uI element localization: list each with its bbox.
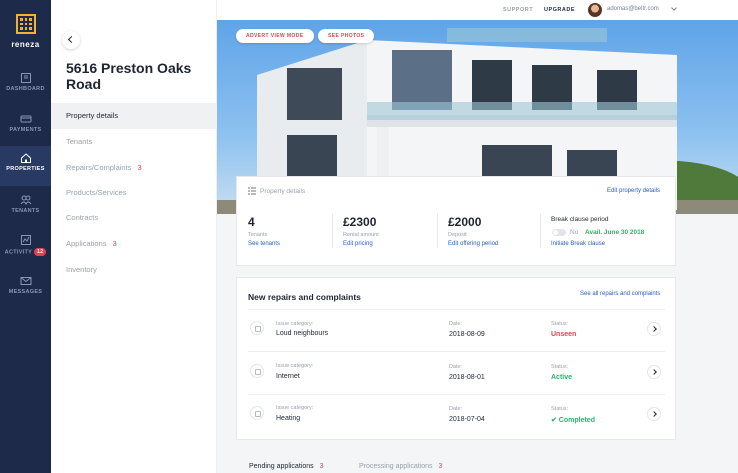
status-label: Status: xyxy=(551,364,569,370)
main-nav: reneza DASHBOARD PAYMENTS PROPERTIES TEN… xyxy=(0,0,51,473)
dashboard-icon xyxy=(20,73,31,83)
open-repair-button[interactable] xyxy=(647,322,661,336)
activity-icon xyxy=(20,235,31,245)
initiate-break-clause-link[interactable]: Initiate Break clause xyxy=(551,241,605,247)
divider xyxy=(248,394,665,395)
support-link[interactable]: SUPPORT xyxy=(503,7,533,13)
nav-label: ACTIVITY 12 xyxy=(0,248,51,256)
edit-pricing-link[interactable]: Edit pricing xyxy=(343,241,373,247)
break-clause-label: Break clause period xyxy=(551,216,609,223)
status-value: Active xyxy=(551,374,573,381)
issue-category-value: Internet xyxy=(276,373,300,380)
applications-count: 3 xyxy=(112,239,117,248)
nav-label: PROPERTIES xyxy=(6,166,45,172)
deposit-amount: £2000 xyxy=(448,215,482,229)
logo[interactable]: reneza xyxy=(0,0,51,58)
top-bar xyxy=(217,0,738,20)
status-label: Status: xyxy=(551,406,569,412)
house-icon xyxy=(20,153,31,163)
deposit-label: Deposit xyxy=(448,232,467,238)
rental-label: Rental amount xyxy=(343,232,379,238)
wifi-icon xyxy=(250,364,264,378)
back-button[interactable] xyxy=(62,31,80,49)
neighbours-icon xyxy=(250,321,264,335)
open-repair-button[interactable] xyxy=(647,365,661,379)
date-label: Date: xyxy=(449,364,463,370)
date-value: 2018-08-09 xyxy=(449,331,485,338)
sidebar-item-applications[interactable]: Applications 3 xyxy=(51,231,217,257)
status-value: Unseen xyxy=(551,331,577,338)
nav-properties[interactable]: PROPERTIES xyxy=(0,146,51,186)
see-tenants-link[interactable]: See tenants xyxy=(248,241,280,247)
issue-category-label: Issue category: xyxy=(276,321,314,327)
nav-payments[interactable]: PAYMENTS xyxy=(0,107,51,147)
activity-count-badge: 12 xyxy=(34,248,47,256)
repairs-title: New repairs and complaints xyxy=(248,292,361,302)
user-email[interactable]: adomas@beltr.com xyxy=(607,6,659,12)
issue-category-value: Heating xyxy=(276,415,301,422)
nav-dashboard[interactable]: DASHBOARD xyxy=(0,66,51,106)
upgrade-link[interactable]: UPGRADE xyxy=(544,7,575,13)
divider xyxy=(248,309,665,310)
advert-view-button[interactable]: ADVERT VIEW MODE xyxy=(236,29,314,43)
issue-category-label: Issue category: xyxy=(276,363,314,369)
nav-messages[interactable]: MESSAGES xyxy=(0,269,51,309)
tab-processing-applications[interactable]: Processing applications 3 xyxy=(359,463,442,470)
rental-amount: £2300 xyxy=(343,215,377,229)
edit-property-details-link[interactable]: Edit property details xyxy=(607,188,660,194)
divider xyxy=(332,214,333,248)
see-photos-button[interactable]: SEE PHOTOS xyxy=(318,29,375,43)
sidebar-item-repairs[interactable]: Repairs/Complaints 3 xyxy=(51,155,217,181)
sidebar-item-tenants[interactable]: Tenants xyxy=(51,129,217,155)
divider xyxy=(248,351,665,352)
nav-tenants[interactable]: TENANTS xyxy=(0,188,51,228)
nav-activity[interactable]: ACTIVITY 12 xyxy=(0,228,51,268)
sidebar-item-contracts[interactable]: Contracts xyxy=(51,205,217,231)
tab-pending-applications[interactable]: Pending applications 3 xyxy=(249,463,324,470)
availability-date: Avail. June 30 2018 xyxy=(585,229,645,236)
logo-icon xyxy=(16,14,36,34)
date-label: Date: xyxy=(449,406,463,412)
property-details-heading: Property details xyxy=(260,188,306,195)
list-icon xyxy=(248,187,256,195)
divider xyxy=(540,214,541,248)
nav-label: TENANTS xyxy=(11,208,40,214)
heating-icon xyxy=(250,406,264,420)
break-clause-toggle[interactable] xyxy=(552,229,566,236)
edit-offering-period-link[interactable]: Edit offering period xyxy=(448,241,498,247)
divider xyxy=(437,214,438,248)
open-repair-button[interactable] xyxy=(647,407,661,421)
mail-icon xyxy=(20,277,31,285)
status-value: ✔ Completed xyxy=(551,417,595,424)
logo-text: reneza xyxy=(11,40,40,49)
sidebar-item-inventory[interactable]: Inventory xyxy=(51,257,217,283)
date-label: Date: xyxy=(449,321,463,327)
payments-icon xyxy=(20,115,31,123)
status-label: Status: xyxy=(551,321,569,327)
toggle-state: No xyxy=(570,229,579,236)
issue-category-label: Issue category: xyxy=(276,405,314,411)
sidebar-item-property-details[interactable]: Property details xyxy=(51,103,217,129)
see-all-repairs-link[interactable]: See all repairs and complaints xyxy=(580,291,660,297)
nav-label: DASHBOARD xyxy=(6,86,45,92)
avatar[interactable] xyxy=(588,3,602,17)
tenants-label: Tenants xyxy=(248,232,268,238)
nav-label: MESSAGES xyxy=(8,289,43,295)
property-title: 5616 Preston Oaks Road xyxy=(66,60,192,92)
nav-label: PAYMENTS xyxy=(9,127,42,133)
date-value: 2018-07-04 xyxy=(449,416,485,423)
issue-category-value: Loud neighbours xyxy=(276,330,329,337)
tenants-icon xyxy=(20,195,31,206)
tenants-count: 4 xyxy=(248,215,255,229)
repairs-count: 3 xyxy=(137,163,142,172)
date-value: 2018-08-01 xyxy=(449,374,485,381)
sidebar-item-products[interactable]: Products/Services xyxy=(51,180,217,206)
